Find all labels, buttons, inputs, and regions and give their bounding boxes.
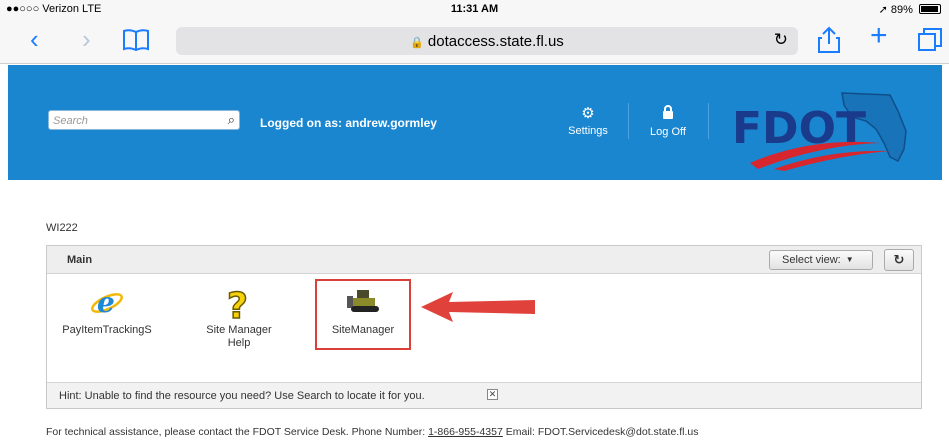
location-arrow-icon: ➚ — [878, 4, 888, 16]
gear-icon: ⚙ — [581, 105, 595, 122]
header-divider — [708, 103, 709, 139]
ios-status-bar: ●●○○○ Verizon LTE 11:31 AM ➚ 89% — [0, 0, 949, 18]
logoff-button[interactable]: Log Off — [637, 105, 699, 138]
lock-logoff-icon — [637, 105, 699, 124]
app-tile-payitemtracking[interactable]: e PayItemTrackingS — [47, 286, 167, 337]
hint-text: Hint: Unable to find the resource you ne… — [59, 390, 425, 402]
new-tab-icon[interactable]: + — [870, 21, 888, 51]
address-bar[interactable]: 🔒 dotaccess.state.fl.us ↻ — [176, 27, 798, 55]
tabs-icon[interactable] — [918, 28, 942, 58]
settings-button[interactable]: ⚙ Settings — [557, 105, 619, 137]
logged-on-text: Logged on as: andrew.gormley — [260, 116, 437, 130]
caret-down-icon: ▼ — [845, 255, 854, 264]
highlight-box — [315, 279, 411, 350]
site-header: ⌕ Logged on as: andrew.gormley ⚙ Setting… — [8, 65, 942, 180]
footer-prefix: For technical assistance, please contact… — [46, 426, 426, 438]
app-label: Help — [227, 337, 251, 349]
fdot-logo: FDOT — [730, 91, 910, 171]
logo-text: FDOT — [732, 103, 866, 154]
search-icon[interactable]: ⌕ — [228, 112, 235, 128]
email-text: FDOT.Servicedesk@dot.state.fl.us — [537, 426, 699, 438]
app-tile-site-manager-help[interactable]: ? Site Manager Help — [179, 285, 299, 350]
hint-bar: Hint: Unable to find the resource you ne… — [47, 382, 921, 408]
settings-label: Settings — [568, 125, 608, 137]
search-input[interactable] — [49, 112, 214, 130]
help-question-icon: ? — [221, 285, 257, 328]
url-text: dotaccess.state.fl.us — [427, 33, 564, 50]
select-view-dropdown[interactable]: Select view: ▼ — [769, 250, 873, 270]
phone-link[interactable]: 1-866-955-4357 — [428, 426, 503, 438]
share-icon[interactable] — [818, 26, 840, 60]
workspace-label: WI222 — [46, 222, 78, 234]
battery-icon — [919, 4, 941, 14]
refresh-icon: ↻ — [893, 252, 905, 267]
app-label: PayItemTrackingS — [62, 324, 152, 336]
app-label: Site Manager — [206, 324, 272, 336]
forward-icon[interactable]: › — [82, 24, 91, 54]
back-icon[interactable]: ‹ — [30, 24, 39, 54]
bookmarks-icon[interactable] — [122, 28, 150, 58]
svg-text:e: e — [97, 286, 115, 319]
panel-title: Main — [67, 254, 93, 266]
footer-email-prefix: Email: — [505, 426, 535, 438]
search-box: ⌕ — [48, 110, 240, 130]
logoff-label: Log Off — [650, 126, 686, 138]
internet-explorer-icon: e — [89, 286, 125, 320]
reload-icon[interactable]: ↻ — [774, 30, 788, 50]
clock: 11:31 AM — [450, 3, 499, 15]
panel-header: Main Select view: ▼ ↻ — [47, 246, 921, 274]
header-divider — [628, 103, 629, 139]
browser-toolbar: ‹ › 🔒 dotaccess.state.fl.us ↻ + — [0, 18, 949, 64]
main-panel: Main Select view: ▼ ↻ e PayItemTrackingS … — [46, 245, 922, 409]
footer-text: For technical assistance, please contact… — [46, 426, 698, 438]
lock-icon: 🔒 — [410, 37, 424, 49]
refresh-button[interactable]: ↻ — [884, 249, 914, 271]
svg-text:?: ? — [227, 286, 248, 320]
battery-percent: 89% — [890, 4, 913, 16]
select-view-label: Select view: — [782, 254, 841, 266]
close-hint-icon[interactable]: ✕ — [487, 389, 498, 400]
battery-status: ➚ 89% — [879, 3, 941, 16]
red-arrow-annotation — [421, 292, 535, 322]
